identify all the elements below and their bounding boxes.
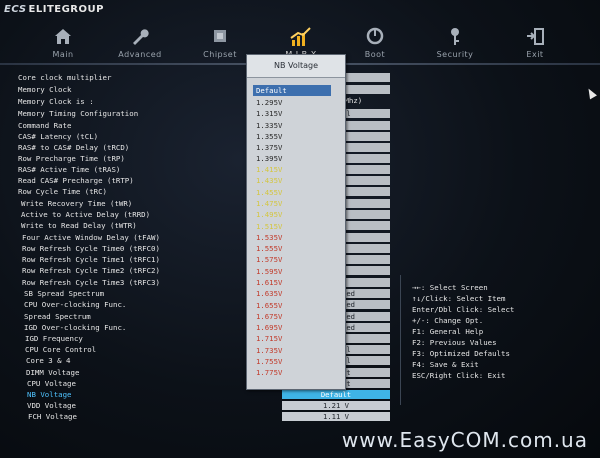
help-line: +/-: Change Opt. (412, 316, 484, 325)
popup-option[interactable]: 1.375V (253, 142, 333, 153)
help-line: →←: Select Screen (412, 283, 488, 292)
popup-option[interactable]: 1.355V (253, 131, 333, 142)
help-line: F4: Save & Exit (412, 360, 479, 369)
brand-ecs: ECS (4, 4, 27, 15)
popup-option[interactable]: 1.475V (253, 198, 333, 209)
popup-option[interactable]: 1.635V (253, 288, 333, 299)
nb-voltage-popup: NB Voltage Default 1.295V 1.315V 1.335V … (246, 54, 346, 390)
popup-option-default[interactable]: Default (253, 85, 331, 96)
nb-voltage-value[interactable]: Default (282, 390, 390, 399)
setting-item[interactable]: CPU Over-clocking Func. (24, 299, 126, 310)
chip-icon (190, 26, 250, 48)
popup-option[interactable]: 1.535V (253, 232, 333, 243)
setting-item[interactable]: Row Refresh Cycle Time1 (tRFC1) (22, 254, 160, 265)
popup-option[interactable]: 1.295V (253, 97, 333, 108)
help-line: F2: Previous Values (412, 338, 497, 347)
setting-item[interactable]: Row Precharge Time (tRP) (18, 153, 125, 164)
setting-item[interactable]: CPU Voltage (27, 378, 76, 389)
setting-item[interactable]: Row Refresh Cycle Time2 (tRFC2) (22, 265, 160, 276)
popup-option[interactable]: 1.395V (253, 153, 333, 164)
brand-logo: ECS ELITEGROUP (4, 4, 104, 15)
popup-title: NB Voltage (247, 55, 345, 78)
setting-item[interactable]: DIMM Voltage (26, 367, 79, 378)
chart-icon (271, 26, 331, 48)
setting-item[interactable]: IGD Over-clocking Func. (24, 322, 126, 333)
setting-item[interactable]: Write to Read Delay (tWTR) (21, 220, 137, 231)
tab-chipset[interactable]: Chipset (190, 22, 250, 62)
tab-exit[interactable]: Exit (505, 22, 565, 62)
wrench-icon (110, 26, 170, 48)
tab-security[interactable]: Security (425, 22, 485, 62)
setting-item[interactable]: CAS# Latency (tCL) (18, 131, 98, 142)
popup-option[interactable]: 1.735V (253, 345, 333, 356)
popup-option[interactable]: 1.495V (253, 209, 333, 220)
tab-main[interactable]: Main (33, 22, 93, 62)
setting-item[interactable]: RAS# Active Time (tRAS) (18, 164, 120, 175)
setting-item[interactable]: Write Recovery Time (tWR) (21, 198, 132, 209)
help-line: ↑↓/Click: Select Item (412, 294, 506, 303)
fch-voltage-value[interactable]: 1.11 V (282, 412, 390, 421)
help-line: Enter/Dbl Click: Select (412, 305, 515, 314)
help-line: F3: Optimized Defaults (412, 349, 510, 358)
popup-option[interactable]: 1.595V (253, 266, 333, 277)
power-icon (345, 26, 405, 48)
exit-icon (505, 26, 565, 48)
popup-option[interactable]: 1.755V (253, 356, 333, 367)
home-icon (33, 26, 93, 48)
popup-option[interactable]: 1.335V (253, 120, 333, 131)
help-line: F1: General Help (412, 327, 484, 336)
setting-item[interactable]: RAS# to CAS# Delay (tRCD) (18, 142, 129, 153)
popup-option[interactable]: 1.695V (253, 322, 333, 333)
popup-option[interactable]: 1.715V (253, 333, 333, 344)
popup-option[interactable]: 1.655V (253, 300, 333, 311)
setting-item[interactable]: Memory Clock (18, 84, 71, 95)
setting-item[interactable]: Active to Active Delay (tRRD) (21, 209, 150, 220)
popup-option[interactable]: 1.775V (253, 367, 333, 378)
popup-option[interactable]: 1.615V (253, 277, 333, 288)
setting-item[interactable]: FCH Voltage (28, 411, 77, 422)
setting-item[interactable]: CPU Core Control (25, 344, 96, 355)
popup-option[interactable]: 1.515V (253, 221, 333, 232)
setting-item[interactable]: Row Refresh Cycle Time0 (tRFC0) (22, 243, 160, 254)
setting-item[interactable]: Core clock multiplier (18, 72, 111, 83)
popup-option[interactable]: 1.435V (253, 175, 333, 186)
popup-option[interactable]: 1.675V (253, 311, 333, 322)
popup-option[interactable]: 1.555V (253, 243, 333, 254)
tab-boot[interactable]: Boot (345, 22, 405, 62)
tab-advanced[interactable]: Advanced (110, 22, 170, 62)
popup-option[interactable]: 1.455V (253, 187, 333, 198)
setting-item[interactable]: Row Refresh Cycle Time3 (tRFC3) (22, 277, 160, 288)
setting-item[interactable]: Four Active Window Delay (tFAW) (22, 232, 160, 243)
setting-item[interactable]: VDD Voltage (27, 400, 76, 411)
vdd-voltage-value[interactable]: 1.21 V (282, 401, 390, 410)
setting-item[interactable]: SB Spread Spectrum (24, 288, 104, 299)
watermark: www.EasyCOM.com.ua (341, 428, 588, 452)
setting-item[interactable]: IGD Frequency (25, 333, 83, 344)
popup-option[interactable]: 1.575V (253, 254, 333, 265)
brand-name: ELITEGROUP (28, 4, 104, 15)
setting-item[interactable]: Read CAS# Precharge (tRTP) (18, 175, 134, 186)
setting-item[interactable]: Command Rate (18, 120, 71, 131)
help-line: ESC/Right Click: Exit (412, 371, 506, 380)
popup-option[interactable]: 1.415V (253, 164, 333, 175)
key-icon (425, 26, 485, 48)
bios-screen: ECSELITEGROUP Main Advanced Chipset M.I.… (0, 0, 600, 458)
help-divider (400, 275, 401, 405)
setting-item[interactable]: Spread Spectrum (24, 311, 91, 322)
mouse-cursor-icon (585, 86, 597, 100)
setting-item[interactable]: Memory Timing Configuration (18, 108, 138, 119)
setting-item[interactable]: Row Cycle Time (tRC) (18, 186, 107, 197)
setting-item: Memory Clock is : (18, 97, 94, 106)
popup-option[interactable]: 1.315V (253, 108, 333, 119)
setting-item-nb-voltage[interactable]: NB Voltage (27, 389, 72, 400)
setting-item[interactable]: Core 3 & 4 (26, 355, 71, 366)
